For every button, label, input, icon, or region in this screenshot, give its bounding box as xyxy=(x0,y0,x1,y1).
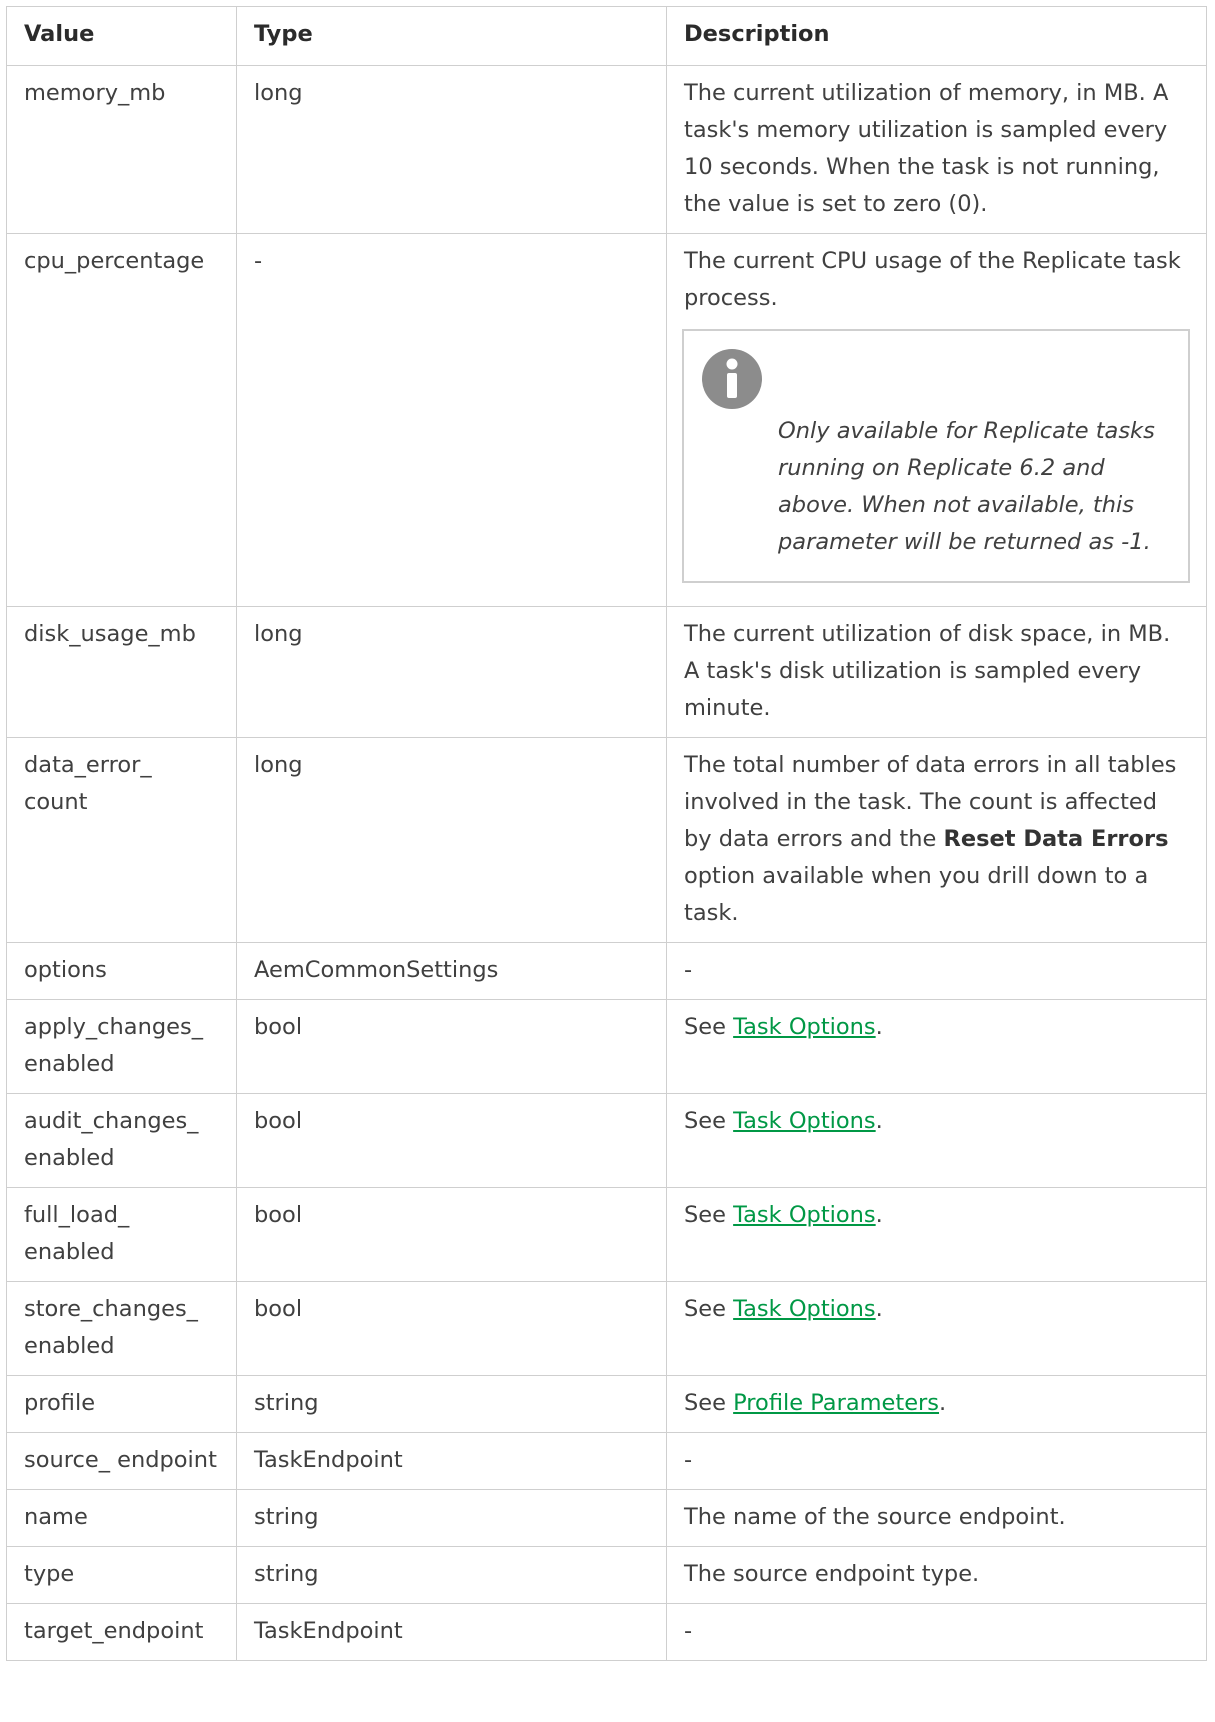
cell-description: The source endpoint type. xyxy=(666,1546,1207,1604)
table-row: disk_usage_mb long The current utilizati… xyxy=(6,606,1207,738)
cell-description: - xyxy=(666,942,1207,1000)
table-row: apply_changes_ enabled bool See Task Opt… xyxy=(6,999,1207,1094)
cell-description: - xyxy=(666,1432,1207,1490)
cell-description: The current CPU usage of the Replicate t… xyxy=(666,233,1207,607)
cell-description: See Profile Parameters. xyxy=(666,1375,1207,1433)
table-header-row: Value Type Description xyxy=(6,6,1207,66)
see-prefix: See xyxy=(684,1202,734,1228)
cell-value: target_endpoint xyxy=(6,1603,237,1661)
see-suffix: . xyxy=(875,1296,883,1322)
cell-type: long xyxy=(236,606,667,738)
cell-description: See Task Options. xyxy=(666,1093,1207,1188)
table-row: store_changes_ enabled bool See Task Opt… xyxy=(6,1281,1207,1376)
task-options-link[interactable]: Task Options xyxy=(733,1108,876,1134)
table-row: memory_mb long The current utilization o… xyxy=(6,65,1207,234)
cell-type: bool xyxy=(236,999,667,1094)
cell-description: The current utilization of disk space, i… xyxy=(666,606,1207,738)
cell-description: The name of the source endpoint. xyxy=(666,1489,1207,1547)
cell-value: profile xyxy=(6,1375,237,1433)
cell-value: type xyxy=(6,1546,237,1604)
table-row: type string The source endpoint type. xyxy=(6,1546,1207,1604)
description-text: option available when you drill down to … xyxy=(684,863,1149,926)
cell-value: options xyxy=(6,942,237,1000)
see-prefix: See xyxy=(684,1296,734,1322)
table-row: cpu_percentage - The current CPU usage o… xyxy=(6,233,1207,607)
cell-value: store_changes_ enabled xyxy=(6,1281,237,1376)
table-row: profile string See Profile Parameters. xyxy=(6,1375,1207,1433)
column-header-description: Description xyxy=(666,6,1207,66)
cell-description: See Task Options. xyxy=(666,1281,1207,1376)
task-options-link[interactable]: Task Options xyxy=(733,1202,876,1228)
table-row: options AemCommonSettings - xyxy=(6,942,1207,1000)
cell-type: string xyxy=(236,1375,667,1433)
see-suffix: . xyxy=(939,1390,947,1416)
profile-parameters-link[interactable]: Profile Parameters xyxy=(733,1390,939,1416)
cell-description: See Task Options. xyxy=(666,999,1207,1094)
cell-type: bool xyxy=(236,1187,667,1282)
cell-value: cpu_percentage xyxy=(6,233,237,607)
see-prefix: See xyxy=(684,1014,734,1040)
cell-description: The total number of data errors in all t… xyxy=(666,737,1207,943)
cell-value: data_error_ count xyxy=(6,737,237,943)
info-icon xyxy=(702,349,762,409)
task-options-link[interactable]: Task Options xyxy=(733,1014,876,1040)
reset-data-errors-option: Reset Data Errors xyxy=(943,826,1169,852)
cell-type: TaskEndpoint xyxy=(236,1432,667,1490)
cell-type: bool xyxy=(236,1281,667,1376)
description-text: The current CPU usage of the Replicate t… xyxy=(684,248,1181,311)
cell-value: audit_changes_ enabled xyxy=(6,1093,237,1188)
cell-type: string xyxy=(236,1489,667,1547)
table-row: target_endpoint TaskEndpoint - xyxy=(6,1603,1207,1661)
table-row: full_load_ enabled bool See Task Options… xyxy=(6,1187,1207,1282)
note-box: Only available for Replicate tasks runni… xyxy=(682,329,1190,583)
cell-description: The current utilization of memory, in MB… xyxy=(666,65,1207,234)
see-prefix: See xyxy=(684,1390,734,1416)
cell-value: memory_mb xyxy=(6,65,237,234)
cell-type: bool xyxy=(236,1093,667,1188)
table-row: audit_changes_ enabled bool See Task Opt… xyxy=(6,1093,1207,1188)
parameters-table: Value Type Description memory_mb long Th… xyxy=(6,6,1207,1661)
see-prefix: See xyxy=(684,1108,734,1134)
column-header-value: Value xyxy=(6,6,237,66)
cell-type: long xyxy=(236,737,667,943)
table-row: source_ endpoint TaskEndpoint - xyxy=(6,1432,1207,1490)
note-text: Only available for Replicate tasks runni… xyxy=(778,418,1155,555)
cell-description: See Task Options. xyxy=(666,1187,1207,1282)
cell-description: - xyxy=(666,1603,1207,1661)
cell-type: long xyxy=(236,65,667,234)
task-options-link[interactable]: Task Options xyxy=(733,1296,876,1322)
column-header-type: Type xyxy=(236,6,667,66)
cell-type: - xyxy=(236,233,667,607)
see-suffix: . xyxy=(875,1108,883,1134)
cell-type: string xyxy=(236,1546,667,1604)
cell-value: source_ endpoint xyxy=(6,1432,237,1490)
cell-value: apply_changes_ enabled xyxy=(6,999,237,1094)
cell-type: AemCommonSettings xyxy=(236,942,667,1000)
cell-value: disk_usage_mb xyxy=(6,606,237,738)
cell-type: TaskEndpoint xyxy=(236,1603,667,1661)
cell-value: name xyxy=(6,1489,237,1547)
see-suffix: . xyxy=(875,1202,883,1228)
see-suffix: . xyxy=(875,1014,883,1040)
cell-value: full_load_ enabled xyxy=(6,1187,237,1282)
table-row: name string The name of the source endpo… xyxy=(6,1489,1207,1547)
table-row: data_error_ count long The total number … xyxy=(6,737,1207,943)
